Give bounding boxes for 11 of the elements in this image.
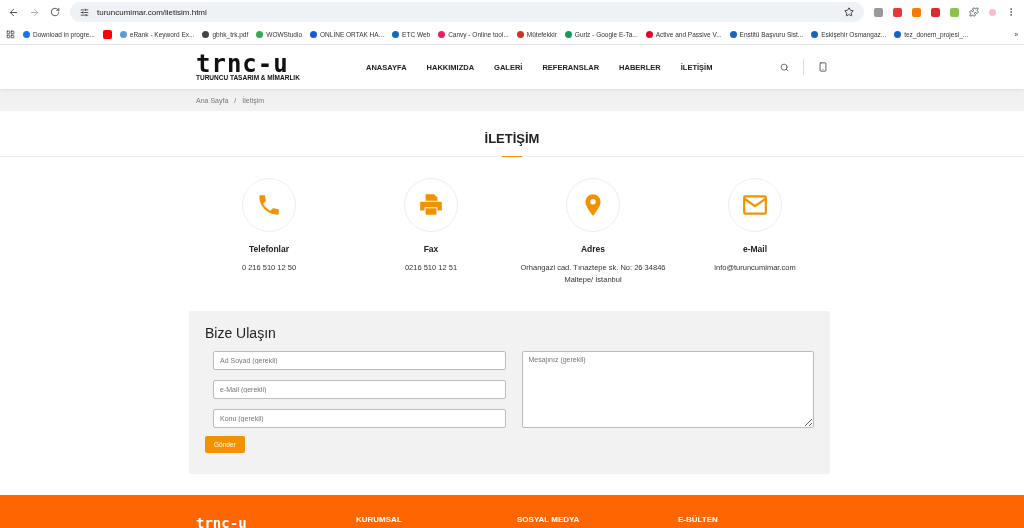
logo[interactable]: trnc-u: [196, 53, 346, 74]
form-title: Bize Ulaşın: [205, 325, 277, 341]
page-title: İLETİŞİM: [483, 130, 541, 148]
contact-title: Adres: [580, 244, 606, 254]
footer-heading: KURUMSAL: [356, 515, 403, 524]
contact-title: Telefonlar: [249, 244, 289, 254]
contact-title: e-Mail: [742, 244, 768, 254]
contact-title: Fax: [423, 244, 439, 254]
footer-heading: E-BÜLTEN: [678, 515, 719, 524]
footer-heading: SOSYAL MEDYA: [517, 515, 581, 524]
address-bar[interactable]: turuncumimar.com/iletisim.html: [70, 2, 864, 22]
